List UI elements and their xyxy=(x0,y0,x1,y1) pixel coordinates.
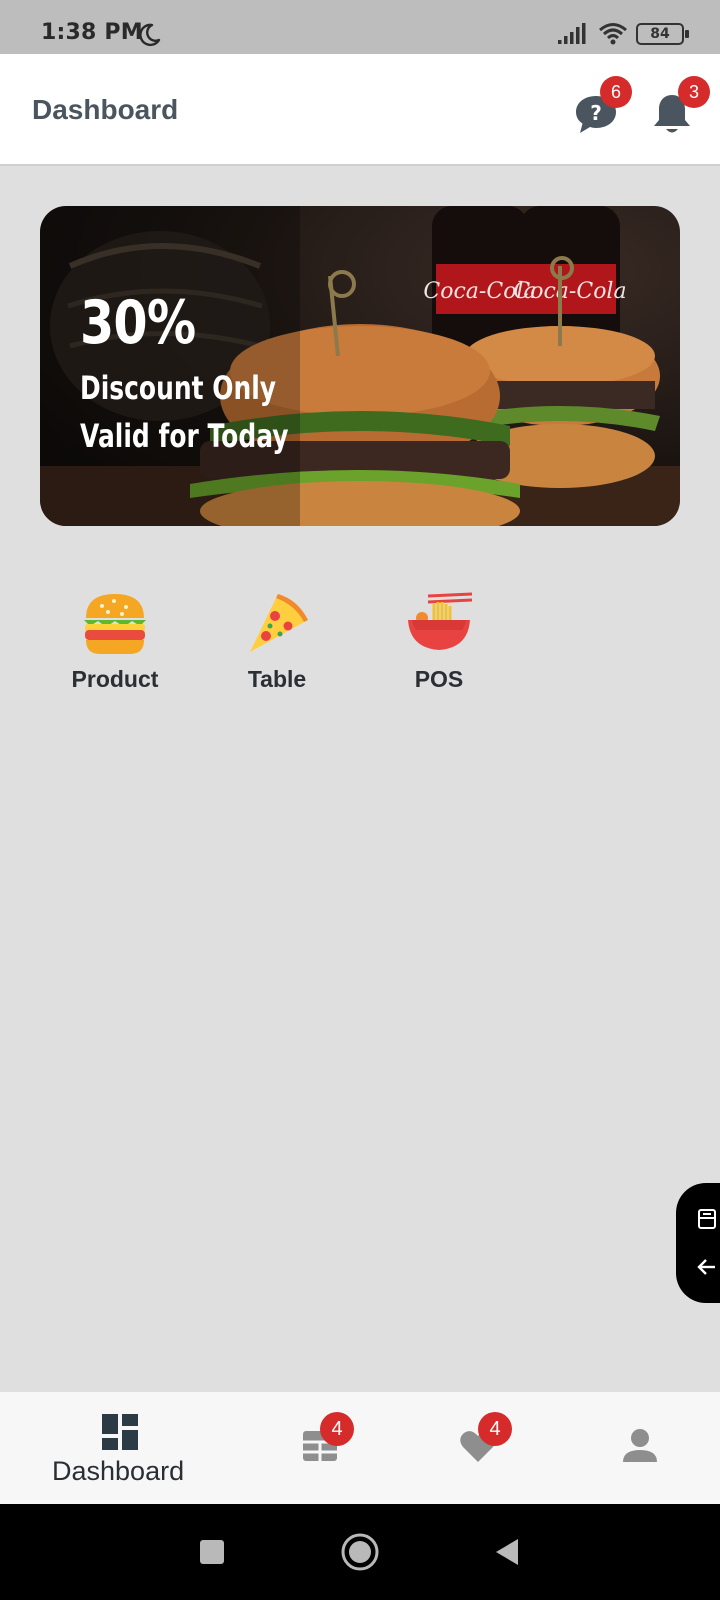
signal-icon xyxy=(558,23,586,44)
discount-line-2: Valid for Today xyxy=(80,417,289,455)
burger-photo: Coca-Cola Coca-Cola xyxy=(40,206,680,526)
burger-icon xyxy=(84,594,146,654)
recents-square-icon[interactable] xyxy=(192,1532,232,1572)
notification-badge: 3 xyxy=(678,76,710,108)
nav-item-dashboard[interactable]: Dashboard xyxy=(40,1392,200,1504)
svg-text:?: ? xyxy=(590,101,602,125)
person-icon xyxy=(623,1429,657,1462)
menu-label-table: Table xyxy=(247,666,307,692)
bottle-logo-2: Coca-Cola xyxy=(513,279,626,304)
menu-label-product: Product xyxy=(71,666,159,692)
arrow-left-icon[interactable] xyxy=(695,1255,719,1279)
page-title: Dashboard xyxy=(32,94,179,125)
menu-item-pos[interactable]: POS xyxy=(374,590,504,693)
nav-label-dashboard: Dashboard xyxy=(52,1456,185,1486)
back-triangle-icon[interactable] xyxy=(488,1532,528,1572)
help-chat-button[interactable]: ? 6 xyxy=(572,76,632,140)
home-circle-icon[interactable] xyxy=(340,1532,380,1572)
menu-label-pos: POS xyxy=(414,666,464,692)
battery-level: 84 xyxy=(650,26,670,42)
status-bar: 1:38 PM 84 xyxy=(0,0,720,54)
bottom-navigation: Dashboard 4 4 xyxy=(0,1392,720,1504)
pizza-icon xyxy=(250,594,308,652)
nav-item-favorites[interactable]: 4 xyxy=(400,1392,560,1504)
menu-item-product[interactable]: Product xyxy=(50,590,180,693)
moon-icon xyxy=(139,23,161,47)
noodle-bowl-icon xyxy=(408,592,473,650)
battery-icon: 84 xyxy=(636,23,689,45)
notifications-button[interactable]: 3 xyxy=(654,76,712,140)
promo-banner[interactable]: Coca-Cola Coca-Cola 30% Discount Only Va… xyxy=(40,206,680,526)
system-navigation-bar xyxy=(0,1504,720,1600)
menu-item-table[interactable]: Table xyxy=(212,590,342,693)
dashboard-icon xyxy=(102,1414,138,1450)
wifi-icon xyxy=(599,23,627,45)
status-time: 1:38 PM xyxy=(41,20,143,45)
chat-badge: 6 xyxy=(600,76,632,108)
window-icon[interactable] xyxy=(695,1207,719,1231)
nav-item-tables[interactable]: 4 xyxy=(240,1392,400,1504)
nav-badge-favorites: 4 xyxy=(478,1412,512,1446)
nav-item-profile[interactable] xyxy=(560,1392,720,1504)
app-bar: Dashboard ? 6 3 xyxy=(0,54,720,166)
discount-line-1: Discount Only xyxy=(80,369,277,407)
discount-percent: 30% xyxy=(80,288,196,358)
nav-badge-tables: 4 xyxy=(320,1412,354,1446)
floating-side-panel[interactable] xyxy=(676,1183,720,1303)
